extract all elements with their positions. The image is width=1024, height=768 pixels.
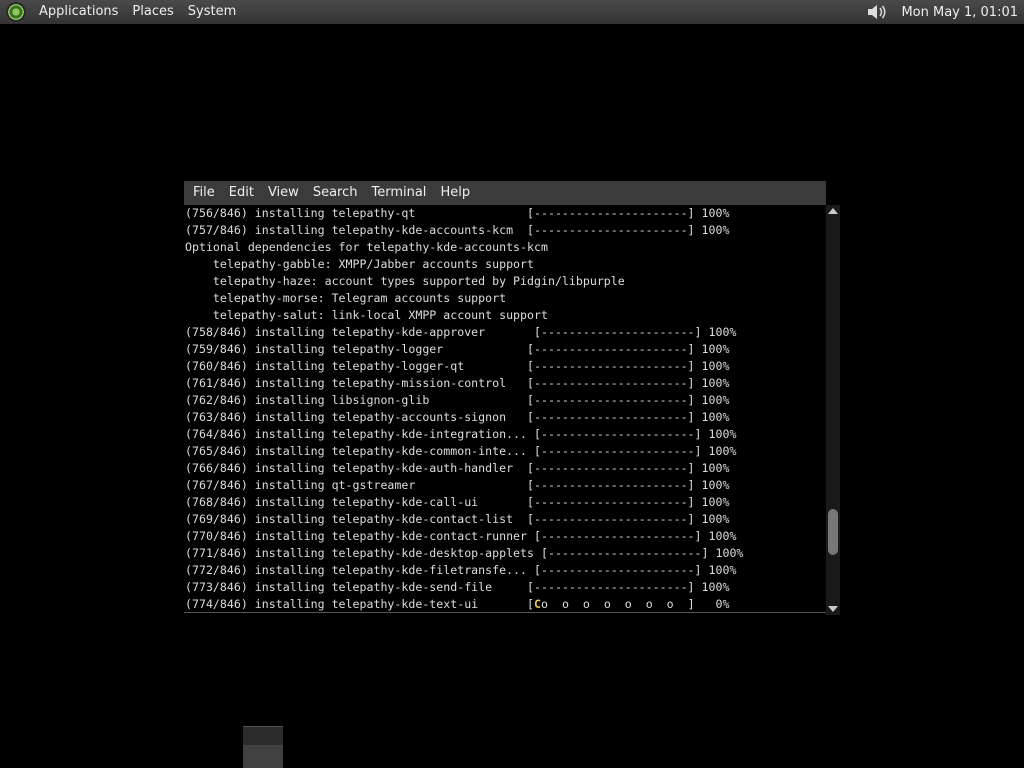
terminal-line: (768/846) installing telepathy-kde-call-… — [185, 495, 730, 509]
terminal-line: (759/846) installing telepathy-logger [-… — [185, 342, 730, 356]
taskbar-window-button[interactable] — [243, 726, 283, 768]
scroll-up-icon[interactable] — [828, 208, 838, 214]
menu-terminal[interactable]: Terminal — [364, 181, 433, 205]
terminal-line: (770/846) installing telepathy-kde-conta… — [185, 529, 737, 543]
terminal-line: (773/846) installing telepathy-kde-send-… — [185, 580, 730, 594]
terminal-line: (772/846) installing telepathy-kde-filet… — [185, 563, 737, 577]
menu-view[interactable]: View — [261, 181, 306, 205]
menu-search[interactable]: Search — [306, 181, 365, 205]
terminal-line: (769/846) installing telepathy-kde-conta… — [185, 512, 730, 526]
speaker-icon[interactable] — [865, 2, 889, 22]
current-line-prefix: (774/846) installing telepathy-kde-text-… — [185, 597, 535, 611]
desktop: Applications Places System Mon May 1, 01… — [0, 0, 1024, 768]
scrollbar-thumb[interactable] — [828, 509, 838, 555]
terminal-line: (771/846) installing telepathy-kde-deskt… — [185, 546, 744, 560]
terminal-line: (761/846) installing telepathy-mission-c… — [185, 376, 730, 390]
terminal-menubar: File Edit View Search Terminal Help — [184, 181, 826, 205]
terminal-line: (756/846) installing telepathy-qt [-----… — [185, 206, 730, 220]
current-line-suffix: o o o o o o o ] 0% — [541, 597, 730, 611]
applications-menu[interactable]: Applications — [32, 0, 125, 24]
system-menu[interactable]: System — [181, 0, 243, 24]
terminal-line-current: (774/846) installing telepathy-kde-text-… — [184, 596, 826, 612]
panel-tray: Mon May 1, 01:01 — [865, 0, 1018, 24]
terminal-line: telepathy-gabble: XMPP/Jabber accounts s… — [185, 257, 535, 271]
terminal-line: (762/846) installing libsignon-glib [---… — [185, 393, 730, 407]
menu-file[interactable]: File — [186, 181, 222, 205]
terminal-line: (757/846) installing telepathy-kde-accou… — [185, 223, 730, 237]
terminal-line: (760/846) installing telepathy-logger-qt… — [185, 359, 730, 373]
terminal-output[interactable]: (756/846) installing telepathy-qt [-----… — [184, 205, 826, 613]
progress-cursor: C — [534, 597, 541, 611]
terminal-line: telepathy-haze: account types supported … — [185, 274, 625, 288]
top-panel: Applications Places System Mon May 1, 01… — [0, 0, 1024, 24]
terminal-line: (765/846) installing telepathy-kde-commo… — [185, 444, 737, 458]
distro-logo-icon[interactable] — [6, 2, 26, 22]
terminal-line: Optional dependencies for telepathy-kde-… — [185, 240, 548, 254]
terminal-line: (764/846) installing telepathy-kde-integ… — [185, 427, 737, 441]
terminal-line: (767/846) installing qt-gstreamer [-----… — [185, 478, 730, 492]
terminal-line: telepathy-morse: Telegram accounts suppo… — [185, 291, 507, 305]
terminal-line: (758/846) installing telepathy-kde-appro… — [185, 325, 737, 339]
menu-help[interactable]: Help — [433, 181, 477, 205]
terminal-window[interactable]: File Edit View Search Terminal Help (756… — [184, 181, 840, 615]
terminal-line: telepathy-salut: link-local XMPP account… — [185, 308, 548, 322]
clock[interactable]: Mon May 1, 01:01 — [901, 5, 1018, 20]
scroll-down-icon[interactable] — [828, 606, 838, 612]
terminal-line: (766/846) installing telepathy-kde-auth-… — [185, 461, 730, 475]
taskbar-button-face — [243, 745, 283, 768]
menu-edit[interactable]: Edit — [222, 181, 261, 205]
terminal-line: (763/846) installing telepathy-accounts-… — [185, 410, 730, 424]
terminal-scrollbar[interactable] — [826, 205, 840, 615]
places-menu[interactable]: Places — [125, 0, 180, 24]
